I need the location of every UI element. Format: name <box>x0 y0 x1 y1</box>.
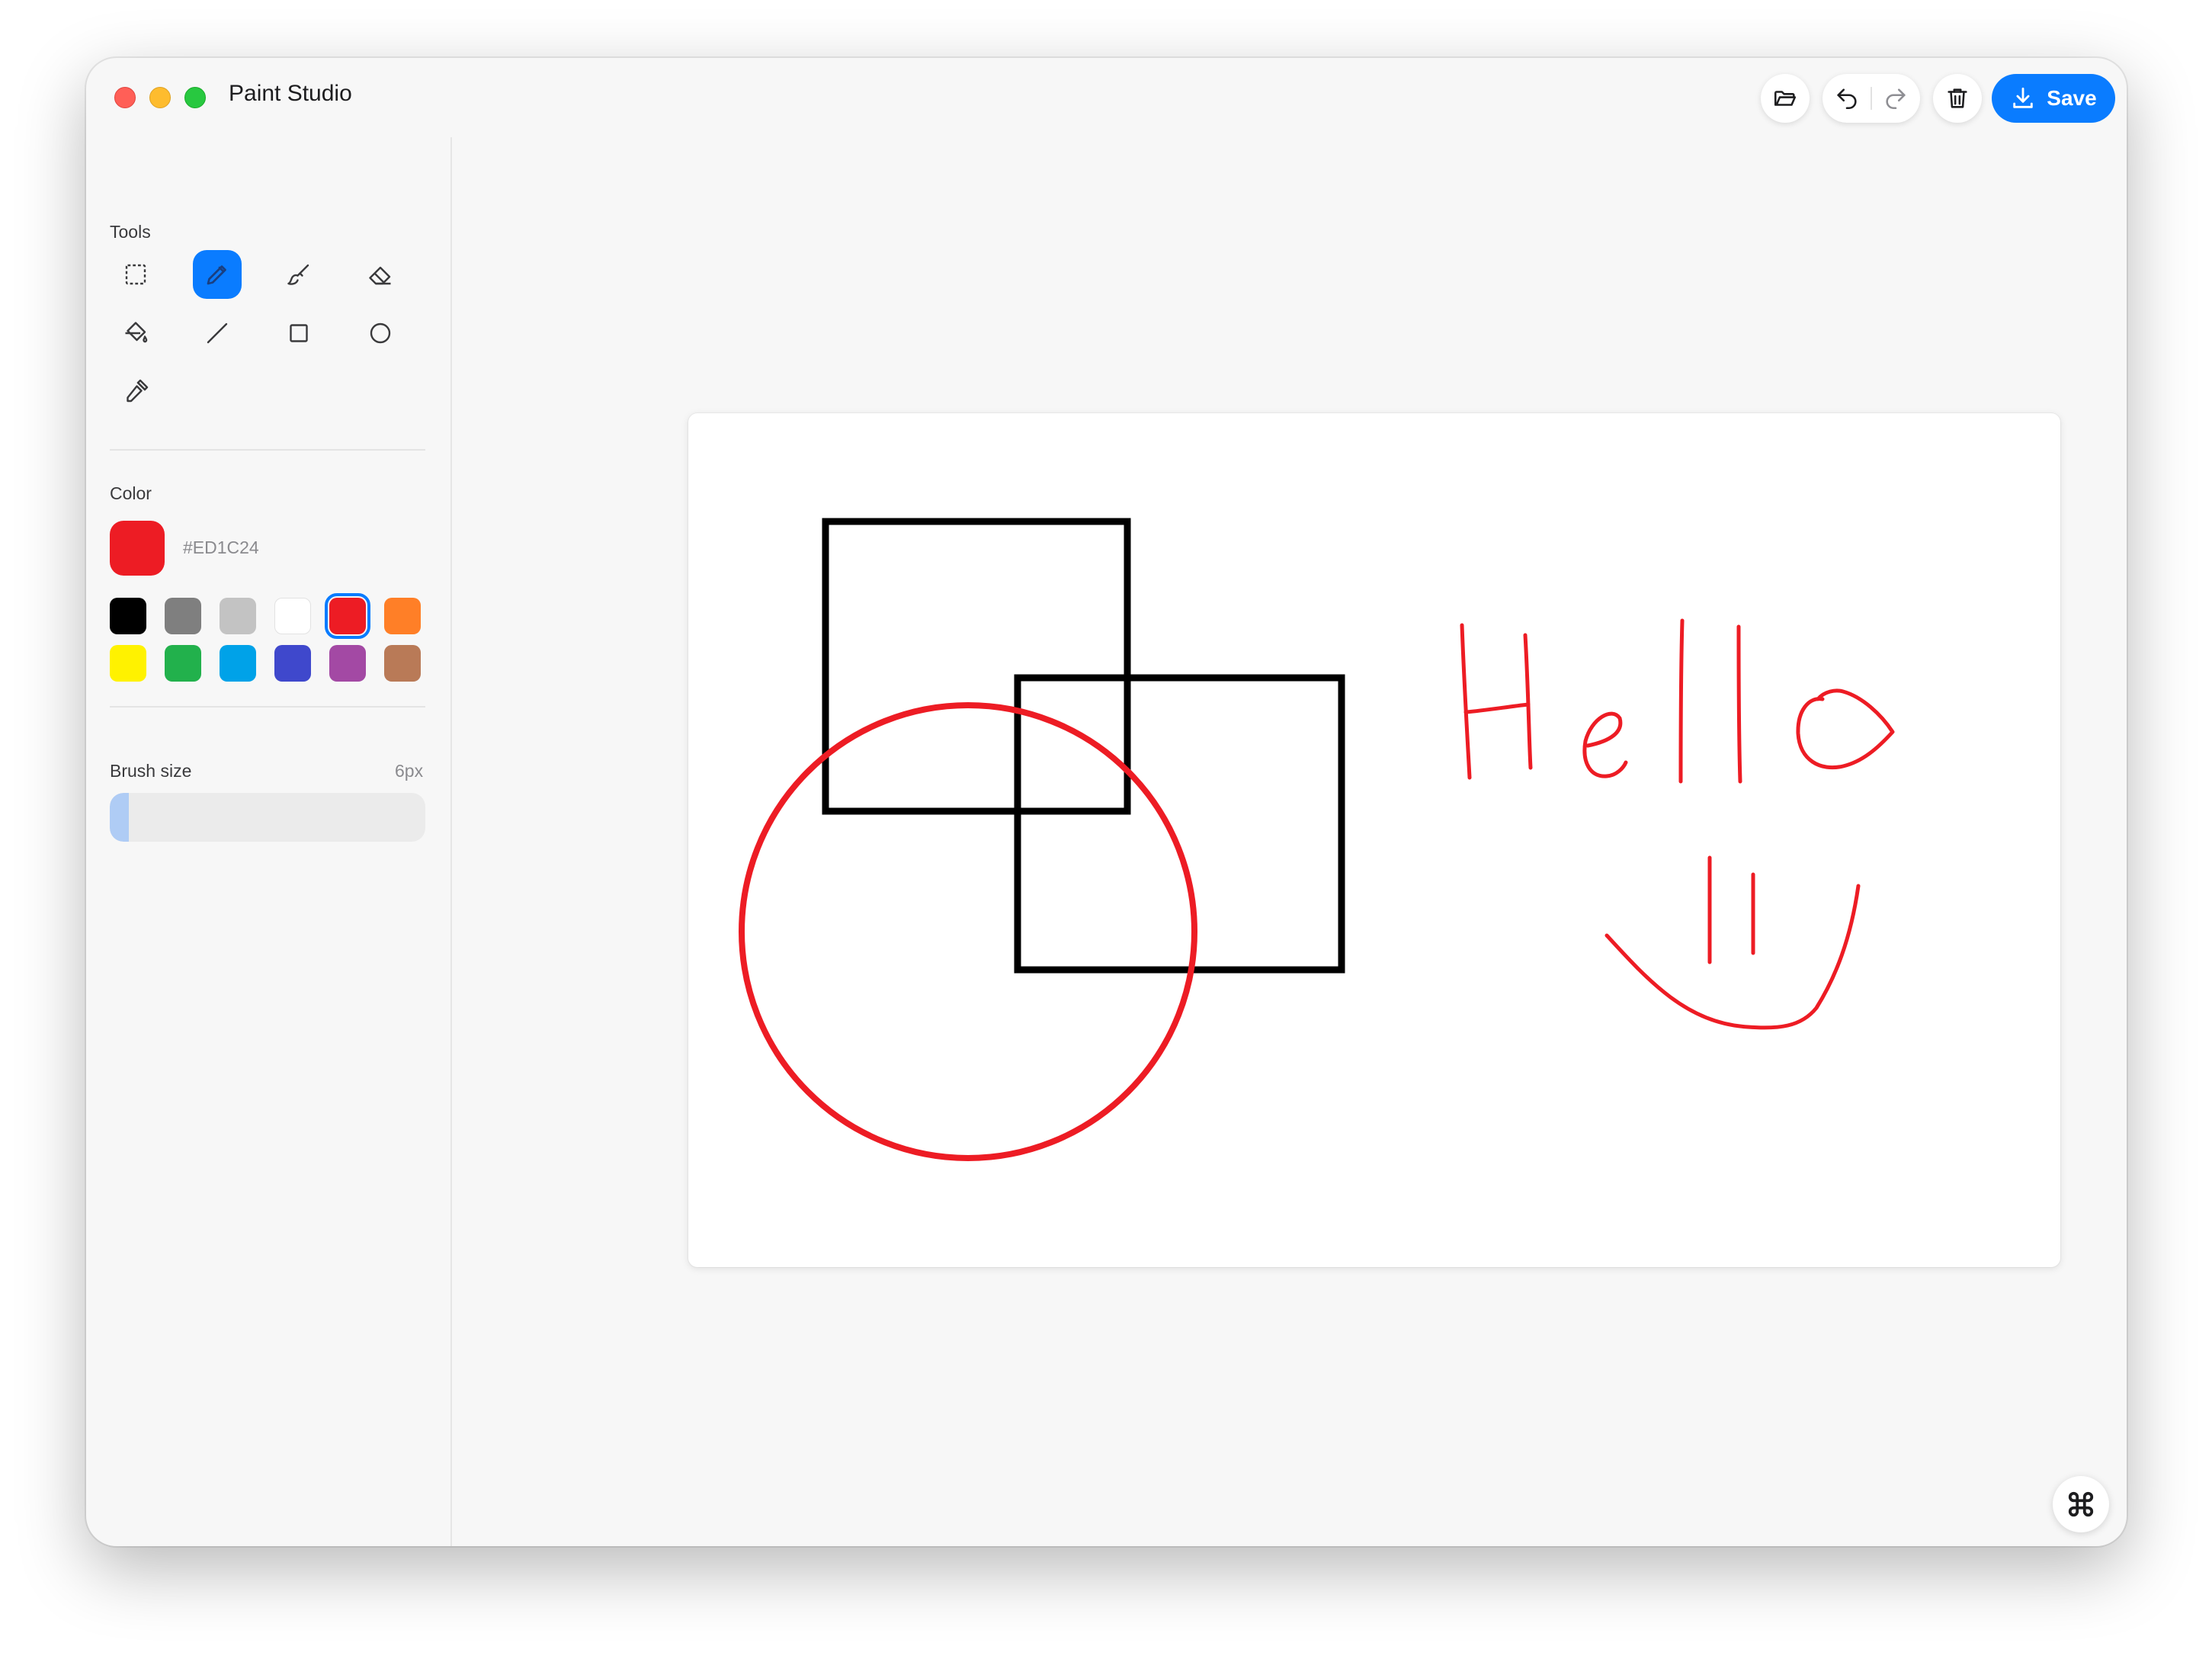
palette-swatch[interactable] <box>220 645 256 682</box>
palette-swatch[interactable] <box>110 645 146 682</box>
brush-icon <box>287 264 309 285</box>
palette-swatch[interactable] <box>165 645 201 682</box>
brush-size-label: Brush size <box>110 761 192 781</box>
marquee-select-icon <box>125 264 146 285</box>
tools-section-label: Tools <box>110 222 151 242</box>
open-file-button[interactable] <box>1761 74 1810 123</box>
pencil-icon <box>207 265 226 285</box>
title-bar: Paint Studio Save <box>86 58 2127 137</box>
redo-icon <box>1886 88 1906 110</box>
eyedropper-icon <box>127 379 149 403</box>
tool-fill[interactable] <box>111 309 160 358</box>
palette-swatch[interactable] <box>325 593 370 639</box>
palette-swatch[interactable] <box>384 598 421 634</box>
circle-icon <box>370 322 391 344</box>
palette-swatch[interactable] <box>384 645 421 682</box>
save-button[interactable]: Save <box>1992 74 2115 123</box>
palette-swatch[interactable] <box>220 598 256 634</box>
tool-select[interactable] <box>111 250 160 299</box>
current-color-swatch[interactable] <box>110 521 165 576</box>
clear-canvas-button[interactable] <box>1933 74 1982 123</box>
tool-brush[interactable] <box>274 250 323 299</box>
zoom-window-button[interactable] <box>184 87 206 108</box>
color-section-label: Color <box>110 483 152 503</box>
save-button-label: Save <box>2047 86 2097 110</box>
shortcuts-button[interactable] <box>2053 1476 2109 1532</box>
sidebar: Tools Color #ED1C24 Brush size 6px <box>86 137 452 1546</box>
palette-swatch[interactable] <box>165 598 201 634</box>
history-group <box>1822 74 1920 123</box>
canvas-drawing <box>739 518 1895 1161</box>
redo-button[interactable] <box>1872 74 1920 123</box>
app-title: Paint Studio <box>229 81 352 106</box>
tool-eraser[interactable] <box>356 250 405 299</box>
folder-open-icon <box>1774 91 1797 106</box>
palette-swatch[interactable] <box>274 598 311 634</box>
close-window-button[interactable] <box>114 87 136 108</box>
trash-icon <box>1948 88 1967 108</box>
line-icon <box>207 322 228 344</box>
palette-swatch[interactable] <box>329 645 366 682</box>
eraser-icon <box>369 266 391 285</box>
download-icon <box>2013 87 2034 108</box>
tool-eyedropper[interactable] <box>111 367 160 416</box>
tool-ellipse[interactable] <box>356 309 405 358</box>
minimize-window-button[interactable] <box>149 87 171 108</box>
red-circle <box>739 702 1197 1161</box>
app-window: Paint Studio Save Tools Color #ED1C24 Br… <box>86 58 2127 1546</box>
black-square-2 <box>1014 674 1345 974</box>
brush-size-value: 6px <box>395 761 424 781</box>
command-icon <box>2068 1491 2094 1517</box>
palette-swatch[interactable] <box>274 645 311 682</box>
hello-handwriting <box>1460 618 1895 784</box>
current-color-hex: #ED1C24 <box>183 537 259 557</box>
brush-size-slider[interactable] <box>110 793 425 842</box>
drawing-canvas[interactable] <box>688 413 2060 1267</box>
tool-pencil[interactable] <box>193 250 242 299</box>
color-divider <box>110 706 425 708</box>
undo-button[interactable] <box>1822 74 1871 123</box>
tool-rectangle[interactable] <box>274 309 323 358</box>
canvas-area <box>452 137 2127 1546</box>
brush-size-slider-fill <box>110 793 129 842</box>
tool-line[interactable] <box>193 309 242 358</box>
undo-icon <box>1836 88 1857 110</box>
paint-bucket-icon <box>125 322 148 343</box>
palette-swatch[interactable] <box>110 598 146 634</box>
black-square-1 <box>822 518 1131 815</box>
tools-divider <box>110 449 425 451</box>
smiley-face <box>1605 855 1861 1030</box>
rectangle-icon <box>290 324 308 342</box>
